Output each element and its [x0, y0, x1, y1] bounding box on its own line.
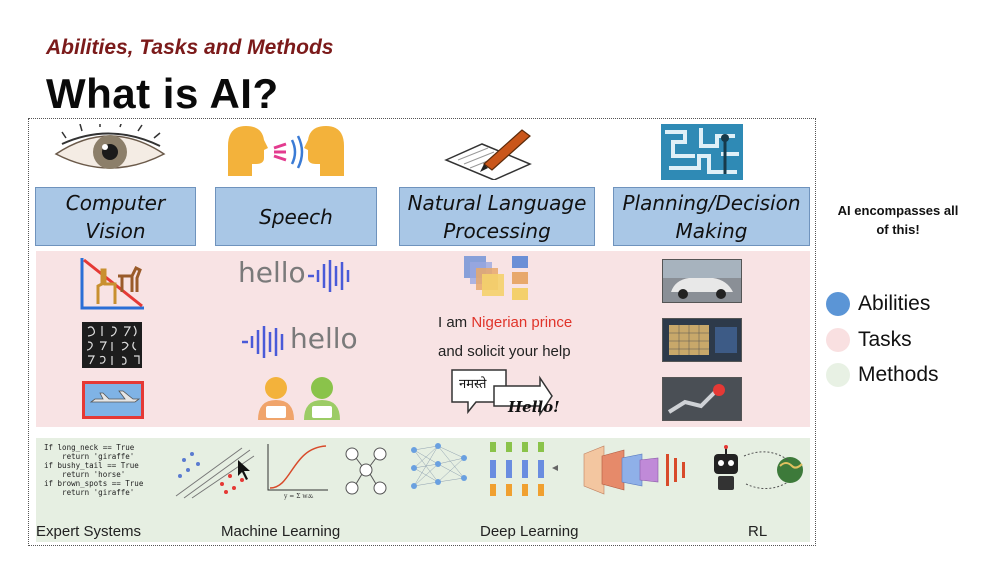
legend-label: Methods — [858, 363, 939, 386]
speaking-heads-icon — [228, 126, 344, 176]
legend-label: Abilities — [858, 292, 931, 315]
svm-plot-icon — [175, 447, 255, 499]
side-note-line2: of this! — [876, 222, 920, 237]
legend-item-methods: Methods — [826, 363, 939, 387]
legend-label: Tasks — [858, 328, 912, 351]
ability-speech: Speech — [215, 187, 377, 246]
cnn-architecture-icon — [583, 445, 685, 495]
rnn-diagram-icon — [490, 442, 558, 496]
side-note: AI encompasses all of this! — [826, 201, 970, 239]
robot-arm-image — [662, 377, 742, 421]
spam-example-line1: I am Nigerian prince — [438, 314, 572, 331]
neural-network-icon — [411, 443, 467, 489]
method-label-rl: RL — [748, 523, 768, 540]
expert-system-code: If long_neck == True return 'giraffe' if… — [44, 443, 144, 497]
airplane-detection-icon — [82, 381, 144, 419]
ability-planning: Planning/Decision Making — [613, 187, 810, 246]
spam-example-line2: and solicit your help — [438, 343, 571, 360]
ability-computer-vision: Computer Vision — [35, 187, 196, 246]
ability-label: Vision — [85, 218, 146, 243]
spam-example-prefix: I am — [438, 314, 472, 331]
legend-item-abilities: Abilities — [826, 292, 930, 316]
ability-label: Planning/Decision — [622, 190, 801, 215]
legend-dot — [826, 328, 850, 352]
waveform-icon — [242, 326, 284, 358]
slide-title: What is AI? — [46, 70, 279, 117]
document-stack-icon — [464, 256, 528, 300]
legend-dot — [826, 363, 850, 387]
method-label-deep-learning: Deep Learning — [480, 523, 579, 540]
rl-agent-environment-icon — [714, 445, 803, 490]
eye-icon — [54, 124, 166, 169]
svg-text:y = Σ wᵢxᵢ: y = Σ wᵢxᵢ — [283, 493, 314, 500]
translation-source-text: नमस्ते — [459, 377, 487, 392]
tts-hello-text: hello — [238, 256, 306, 289]
ability-label: Making — [675, 218, 748, 243]
asr-hello-text: hello — [290, 322, 358, 355]
go-game-image — [662, 318, 742, 362]
spam-example-highlight: Nigerian prince — [471, 314, 573, 331]
method-label-expert-systems: Expert Systems — [36, 523, 142, 540]
legend-dot — [826, 292, 850, 316]
bayesian-network-icon — [345, 447, 387, 495]
pen-writing-icon — [444, 129, 532, 180]
legend-item-tasks: Tasks — [826, 328, 912, 352]
ability-nlp: Natural Language Processing — [399, 187, 595, 246]
ability-label: Computer — [65, 190, 166, 215]
waveform-icon — [308, 260, 350, 292]
method-label-machine-learning: Machine Learning — [221, 523, 341, 540]
slide-subtitle: Abilities, Tasks and Methods — [46, 36, 334, 59]
ability-label: Speech — [259, 204, 333, 229]
maze-icon — [661, 124, 743, 180]
self-driving-car-image — [662, 259, 742, 303]
giraffe-horse-classification-icon — [80, 258, 144, 310]
translation-target-text: Hello! — [508, 398, 560, 416]
ability-label: Natural Language — [407, 190, 587, 215]
ability-label: Processing — [443, 218, 551, 243]
side-note-line1: AI encompasses all — [837, 203, 959, 218]
digits-dataset-icon — [82, 322, 142, 368]
speaker-identification-icon — [258, 377, 340, 420]
sigmoid-curve-icon: y = Σ wᵢxᵢ — [267, 444, 328, 500]
